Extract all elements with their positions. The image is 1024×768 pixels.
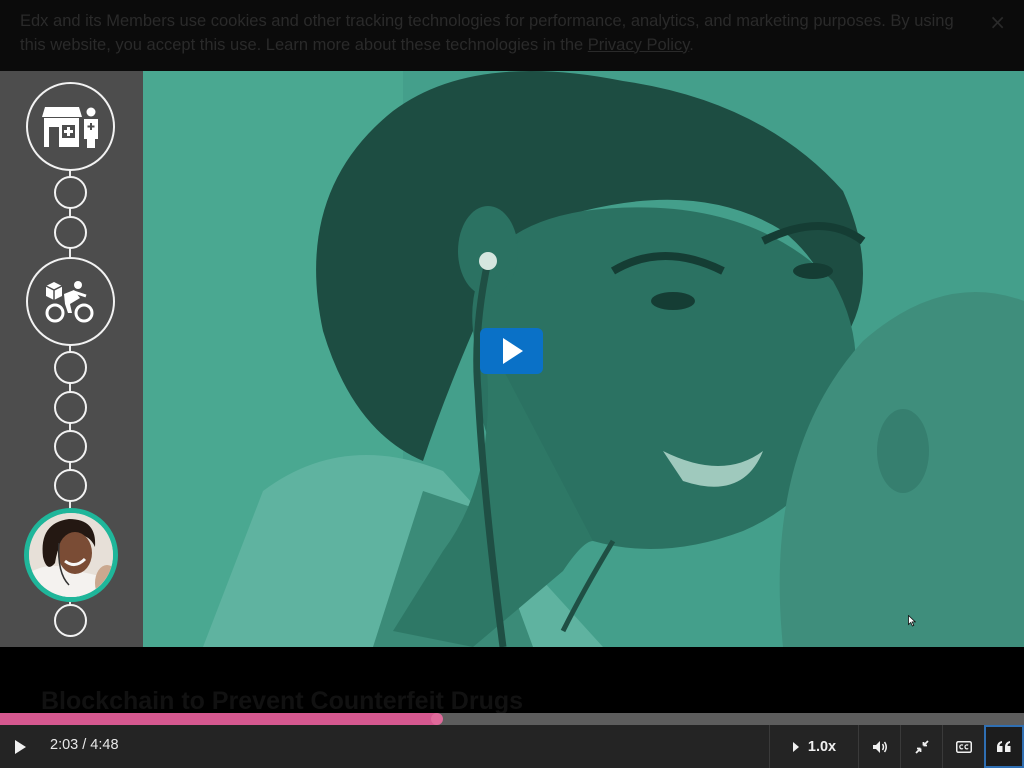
progress-scrubber-handle[interactable] xyxy=(431,713,444,725)
cookie-banner: Edx and its Members use cookies and othe… xyxy=(0,0,1024,71)
compress-icon xyxy=(914,739,929,754)
timeline-step-node[interactable] xyxy=(54,216,87,249)
closed-captions-button[interactable] xyxy=(943,725,984,768)
playback-speed-button[interactable]: 1.0x xyxy=(770,725,858,768)
video-control-bar: 2:03 / 4:48 1.0x xyxy=(0,725,1024,768)
timeline-step-node[interactable] xyxy=(54,469,87,502)
delivery-cyclist-icon xyxy=(45,280,93,322)
quote-icon xyxy=(997,740,1011,752)
privacy-policy-link[interactable]: Privacy Policy xyxy=(588,36,689,54)
timeline-step-node[interactable] xyxy=(54,391,87,424)
timeline-node-pharmacy[interactable] xyxy=(26,82,115,171)
doctor-portrait-thumbnail xyxy=(29,513,113,597)
pharmacy-doctor-icon xyxy=(41,106,98,148)
play-icon xyxy=(502,338,523,364)
mouse-cursor-icon xyxy=(908,615,916,627)
video-frame-doctor-image xyxy=(143,71,1024,647)
play-pause-button[interactable] xyxy=(0,725,40,768)
exit-fullscreen-button[interactable] xyxy=(901,725,942,768)
timeline-node-delivery[interactable] xyxy=(26,257,115,346)
story-timeline-sidebar xyxy=(0,71,143,647)
cookie-banner-text: Edx and its Members use cookies and othe… xyxy=(20,10,980,57)
timeline-step-node[interactable] xyxy=(54,430,87,463)
cookie-message-end: . xyxy=(689,35,694,54)
play-video-button[interactable] xyxy=(480,328,543,374)
video-player-stage[interactable] xyxy=(143,71,1024,647)
volume-button[interactable] xyxy=(859,725,900,768)
volume-icon xyxy=(872,740,887,753)
speed-value: 1.0x xyxy=(807,738,837,755)
timeline-step-node[interactable] xyxy=(54,604,87,637)
transcript-toggle-button[interactable] xyxy=(984,725,1024,768)
timeline-node-doctor-active[interactable] xyxy=(24,508,118,602)
cookie-message: Edx and its Members use cookies and othe… xyxy=(20,12,954,54)
closed-captions-icon xyxy=(955,740,972,753)
video-title-strip: Blockchain to Prevent Counterfeit Drugs xyxy=(0,647,1024,715)
video-progress-slider[interactable] xyxy=(0,713,1024,725)
caret-right-icon xyxy=(792,741,799,752)
timeline-step-node[interactable] xyxy=(54,351,87,384)
close-icon[interactable]: × xyxy=(989,10,1006,34)
progress-played-fill xyxy=(0,713,438,725)
play-icon xyxy=(15,739,26,754)
timeline-step-node[interactable] xyxy=(54,176,87,209)
time-display: 2:03 / 4:48 xyxy=(50,737,119,753)
page-title: Blockchain to Prevent Counterfeit Drugs xyxy=(41,687,524,715)
